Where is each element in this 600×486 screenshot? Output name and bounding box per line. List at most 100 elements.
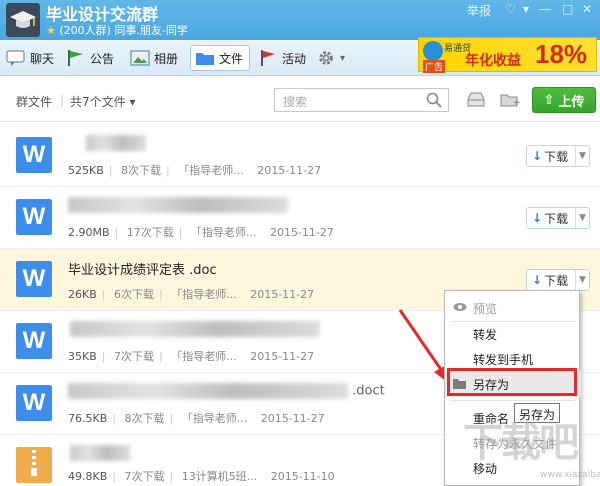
tab-album[interactable]: 相册 <box>130 45 178 71</box>
file-name <box>68 135 146 151</box>
file-row[interactable]: W 525KB | 8次下载 | 「指导老师... 2015-11-27 ↓ 下载 ▼ <box>0 125 600 187</box>
uploader[interactable]: 「指导老师... <box>191 224 257 240</box>
chevron-down-icon[interactable]: ▼ <box>575 270 589 290</box>
file-name <box>68 445 130 461</box>
download-count: 8次下载 <box>124 412 165 425</box>
download-arrow-icon: ↓ <box>532 273 543 287</box>
group-avatar[interactable] <box>6 3 40 37</box>
file-meta: 26KB | 6次下载 | 「指导老师... 2015-11-27 <box>68 286 315 302</box>
chat-icon <box>6 50 25 66</box>
upload-date: 2015-11-27 <box>250 350 315 363</box>
download-count: 7次下载 <box>113 350 154 363</box>
inbox-tray-icon[interactable] <box>466 92 486 108</box>
annotation-highlight-box <box>447 368 577 396</box>
word-file-icon: W <box>16 261 52 297</box>
file-meta: 2.90MB | 17次下载 | 「指导老师... 2015-11-27 <box>68 224 334 240</box>
photo-album-icon <box>130 50 150 66</box>
group-member-count: (200人群) <box>59 24 111 37</box>
uploader[interactable]: 「指导老师... <box>178 162 244 178</box>
file-size: 525KB <box>68 164 104 177</box>
upload-date: 2015-11-27 <box>260 412 325 425</box>
upload-button[interactable]: ⇧ 上传 <box>532 87 596 113</box>
skin-icon[interactable]: ♡ <box>505 2 516 16</box>
new-folder-icon[interactable]: + <box>500 92 520 108</box>
uploader[interactable]: 「指导老师... <box>182 410 248 426</box>
upload-date: 2015-11-27 <box>257 164 322 177</box>
ad-tag: 广告 <box>423 60 446 73</box>
download-button[interactable]: ↓ 下载 ▼ <box>526 145 590 167</box>
menu-item-label: 预览 <box>473 302 498 316</box>
tab-chat-label: 聊天 <box>30 51 55 66</box>
watermark-url: www.xiazaiba.com <box>540 470 600 480</box>
chevron-down-icon[interactable]: ▼ <box>575 208 589 228</box>
file-header: 群文件 | 共7个文件 ▾ 搜索 + ⇧ 上传 <box>0 78 600 122</box>
word-file-icon: W <box>16 199 52 235</box>
file-name: 毕业设计成绩评定表 .doc <box>68 263 217 278</box>
divider: | <box>60 93 65 107</box>
maximize-button[interactable]: □ <box>562 2 573 16</box>
download-label: 下载 <box>544 149 569 164</box>
tab-chat[interactable]: 聊天 <box>6 45 54 71</box>
menu-item-label: 转发到手机 <box>473 353 534 367</box>
file-count-filter[interactable]: 共7个文件 ▾ <box>70 93 135 110</box>
tab-activity[interactable]: 活动 <box>258 45 306 71</box>
file-meta: 35KB | 7次下载 | 「指导老师... 2015-11-27 <box>68 348 315 364</box>
menu-item-preview: 预览 <box>445 295 581 321</box>
tab-files-label: 文件 <box>219 51 244 66</box>
tab-announcement[interactable]: 公告 <box>66 45 114 71</box>
download-arrow-icon: ↓ <box>532 149 543 163</box>
chevron-down-icon[interactable]: ▼ <box>575 146 589 166</box>
download-button[interactable]: ↓ 下载 ▼ <box>526 269 590 291</box>
upload-date: 2015-11-10 <box>270 470 335 483</box>
menu-item-label: 转发 <box>473 328 498 342</box>
ad-banner[interactable]: 易通贷 广告 年化收益 18% <box>418 37 597 73</box>
file-meta: 76.5KB | 8次下载 | 「指导老师... 2015-11-27 <box>68 410 325 426</box>
file-size: 35KB <box>68 350 97 363</box>
upload-arrow-icon: ⇧ <box>543 92 555 108</box>
file-row[interactable]: W 2.90MB | 17次下载 | 「指导老师... 2015-11-27 ↓ 下载… <box>0 187 600 249</box>
search-icon[interactable] <box>426 92 442 108</box>
file-name: .doct <box>68 383 385 399</box>
report-link[interactable]: 举报 <box>467 2 491 19</box>
group-subtitle: ★ (200人群) 同事.朋友-同学 <box>46 22 188 38</box>
file-size: 2.90MB <box>68 226 110 239</box>
word-file-icon: W <box>16 137 52 173</box>
redacted-name <box>70 445 130 461</box>
uploader[interactable]: 13计算机5班... <box>182 468 258 484</box>
settings-menu[interactable]: ▾ <box>316 45 345 71</box>
search-input[interactable]: 搜索 <box>274 88 449 112</box>
group-files-label: 群文件 <box>16 95 53 109</box>
eye-icon <box>453 303 467 311</box>
close-button[interactable]: ✕ <box>582 2 592 16</box>
uploader[interactable]: 「指导老师... <box>171 348 237 364</box>
watermark: 下载吧 <box>463 420 579 466</box>
menu-caret-icon[interactable]: ▾ <box>523 2 529 16</box>
ad-percent: 18% <box>535 39 588 69</box>
file-meta: 49.8KB | 7次下载 | 13计算机5班... 2015-11-10 <box>68 468 335 484</box>
tab-files[interactable]: 文件 <box>190 45 251 71</box>
file-name <box>68 197 288 213</box>
minimize-button[interactable]: — <box>539 2 551 16</box>
menu-item-forward[interactable]: 转发 <box>445 321 581 347</box>
ad-text: 年化收益 <box>465 53 521 69</box>
download-label: 下载 <box>544 273 569 288</box>
file-size: 49.8KB <box>68 470 108 483</box>
redacted-name <box>86 135 146 151</box>
activity-flag-icon <box>261 50 275 66</box>
zipper-icon <box>31 450 37 476</box>
download-arrow-icon: ↓ <box>532 211 543 225</box>
graduation-cap-icon <box>10 11 36 28</box>
download-button[interactable]: ↓ 下载 ▼ <box>526 207 590 229</box>
file-name <box>68 321 320 337</box>
download-count: 8次下载 <box>120 164 161 177</box>
upload-date: 2015-11-27 <box>250 288 315 301</box>
upload-date: 2015-11-27 <box>269 226 334 239</box>
title-bar: 毕业设计交流群 ★ (200人群) 同事.朋友-同学 举报 ♡ ▾ — □ ✕ <box>0 0 600 40</box>
file-name-extension: .doct <box>352 383 385 399</box>
word-file-icon: W <box>16 323 52 359</box>
uploader[interactable]: 「指导老师... <box>171 286 237 302</box>
svg-text:+: + <box>513 98 520 108</box>
ad-logo-icon <box>423 41 443 61</box>
folder-icon <box>196 53 214 65</box>
tab-album-label: 相册 <box>154 51 179 66</box>
